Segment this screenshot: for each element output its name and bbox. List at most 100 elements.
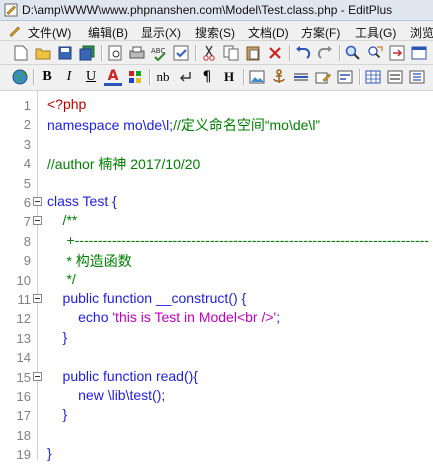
toolbar-separator bbox=[101, 45, 103, 61]
code-line[interactable]: 6 class Test { bbox=[0, 192, 433, 212]
code-text: class Test { bbox=[47, 193, 117, 209]
globe-icon[interactable] bbox=[11, 68, 29, 86]
new-file-icon[interactable] bbox=[12, 44, 30, 62]
code-line[interactable]: 15 public function read(){ bbox=[0, 367, 433, 387]
code-text: namespace mo\de\l;//定义命名空间“mo\de\l” bbox=[47, 115, 320, 135]
code-line[interactable]: 4 //author 楠神 2017/10/20 bbox=[0, 153, 433, 173]
menu-search[interactable]: 搜索(S) bbox=[195, 24, 235, 41]
open-folder-icon[interactable] bbox=[34, 44, 52, 62]
redo-icon[interactable] bbox=[316, 44, 334, 62]
menu-project[interactable]: 方案(F) bbox=[301, 24, 340, 41]
form-icon[interactable] bbox=[386, 68, 404, 86]
code-token: echo bbox=[47, 309, 113, 326]
print-preview-icon[interactable] bbox=[106, 44, 124, 62]
line-number: 12 bbox=[16, 311, 31, 327]
paste-icon[interactable] bbox=[244, 44, 262, 62]
editplus-app-icon bbox=[4, 3, 18, 17]
horizontal-rule-icon[interactable] bbox=[292, 68, 310, 86]
code-line[interactable]: 2 namespace mo\de\l;//定义命名空间“mo\de\l” bbox=[0, 114, 433, 134]
image-icon[interactable] bbox=[248, 68, 266, 86]
menu-tools[interactable]: 工具(G) bbox=[355, 24, 396, 41]
code-token: */ bbox=[47, 270, 76, 287]
check-icon[interactable] bbox=[172, 44, 190, 62]
code-text: +---------------------------------------… bbox=[47, 232, 429, 248]
code-line[interactable]: 17 } bbox=[0, 405, 433, 425]
code-editor[interactable]: 1 <?php 2 namespace mo\de\l;//定义命名空间“mo\de\… bbox=[0, 91, 433, 462]
save-icon[interactable] bbox=[56, 44, 74, 62]
code-text: } bbox=[47, 329, 68, 345]
window-title: D:\amp\WWW\www.phpnanshen.com\Model\Test… bbox=[22, 3, 393, 17]
code-token: * 构造函数 bbox=[47, 253, 132, 270]
anchor-icon[interactable] bbox=[270, 68, 288, 86]
code-line[interactable]: 18 bbox=[0, 425, 433, 445]
copy-icon[interactable] bbox=[222, 44, 240, 62]
comment-icon[interactable] bbox=[336, 68, 354, 86]
code-text: * 构造函数 bbox=[47, 251, 132, 271]
menu-document[interactable]: 文档(D) bbox=[248, 24, 289, 41]
code-token: class Test { bbox=[47, 193, 117, 209]
code-line[interactable]: 12 echo 'this is Test in Model<br />'; bbox=[0, 308, 433, 328]
code-text: //author 楠神 2017/10/20 bbox=[47, 154, 200, 174]
font-color-button[interactable]: A bbox=[104, 68, 122, 86]
fold-toggle-icon[interactable] bbox=[33, 294, 42, 303]
code-line[interactable]: 10 */ bbox=[0, 270, 433, 290]
settings-icon[interactable] bbox=[410, 44, 428, 62]
cut-icon[interactable] bbox=[200, 44, 218, 62]
code-token: ; bbox=[276, 309, 281, 326]
code-line[interactable]: 19} bbox=[0, 444, 433, 464]
line-number: 10 bbox=[16, 272, 31, 288]
italic-button[interactable]: I bbox=[60, 68, 78, 86]
line-number: 11 bbox=[17, 292, 32, 307]
line-number: 9 bbox=[23, 253, 31, 269]
fold-toggle-icon[interactable] bbox=[33, 216, 42, 226]
code-line[interactable]: 1 <?php bbox=[0, 95, 433, 115]
code-line[interactable]: 16 new \lib\test(); bbox=[0, 386, 433, 406]
list-icon[interactable] bbox=[408, 68, 426, 86]
underline-button[interactable]: U bbox=[82, 68, 100, 86]
undo-icon[interactable] bbox=[294, 44, 312, 62]
menu-edit[interactable]: 编辑(B) bbox=[88, 24, 128, 41]
toolbar-separator bbox=[33, 69, 35, 85]
search-icon[interactable] bbox=[344, 44, 362, 62]
code-line[interactable]: 8 +-------------------------------------… bbox=[0, 231, 433, 251]
line-break-icon[interactable] bbox=[176, 68, 194, 86]
code-text: /** bbox=[47, 212, 78, 228]
code-line[interactable]: 13 } bbox=[0, 328, 433, 348]
heading-button[interactable]: H bbox=[220, 68, 238, 86]
code-token: //author 楠神 2017/10/20 bbox=[47, 156, 201, 173]
code-line[interactable]: 14 bbox=[0, 347, 433, 367]
bold-button[interactable]: B bbox=[38, 68, 56, 86]
code-token: } bbox=[47, 445, 52, 462]
code-line[interactable]: 7 /** bbox=[0, 211, 433, 231]
spellcheck-icon[interactable]: ABC bbox=[150, 44, 168, 62]
replace-icon[interactable] bbox=[366, 44, 384, 62]
code-text: } bbox=[47, 406, 68, 422]
code-text: echo 'this is Test in Model<br />'; bbox=[47, 309, 280, 325]
table-icon[interactable] bbox=[364, 68, 382, 86]
toolbar-separator bbox=[149, 69, 151, 85]
print-icon[interactable] bbox=[128, 44, 146, 62]
line-number: 3 bbox=[23, 136, 31, 152]
code-line[interactable]: 11 public function __construct() { bbox=[0, 289, 433, 309]
line-number: 1 bbox=[23, 98, 31, 113]
code-line[interactable]: 9 * 构造函数 bbox=[0, 250, 433, 270]
edit-icon[interactable] bbox=[314, 68, 332, 86]
code-line[interactable]: 3 bbox=[0, 134, 433, 154]
menu-bar: 文件(W) 编辑(B) 显示(X) 搜索(S) 文档(D) 方案(F) 工具(G… bbox=[0, 21, 433, 41]
goto-icon[interactable] bbox=[388, 44, 406, 62]
color-grid-icon[interactable] bbox=[126, 68, 144, 86]
fold-toggle-icon[interactable] bbox=[33, 197, 42, 206]
menu-browser[interactable]: 浏览 bbox=[410, 24, 433, 41]
menu-file[interactable]: 文件(W) bbox=[28, 24, 71, 41]
toolbar-separator bbox=[243, 69, 245, 85]
menu-view[interactable]: 显示(X) bbox=[141, 24, 181, 41]
code-token: +---------------------------------------… bbox=[47, 231, 429, 248]
delete-icon[interactable] bbox=[266, 44, 284, 62]
code-line[interactable]: 5 bbox=[0, 173, 433, 193]
line-number: 4 bbox=[23, 156, 31, 172]
nbsp-button[interactable]: nb bbox=[154, 68, 172, 86]
paragraph-button[interactable]: ¶ bbox=[198, 68, 216, 86]
save-all-icon[interactable] bbox=[78, 44, 96, 62]
line-number: 17 bbox=[16, 408, 31, 424]
fold-toggle-icon[interactable] bbox=[33, 371, 42, 381]
